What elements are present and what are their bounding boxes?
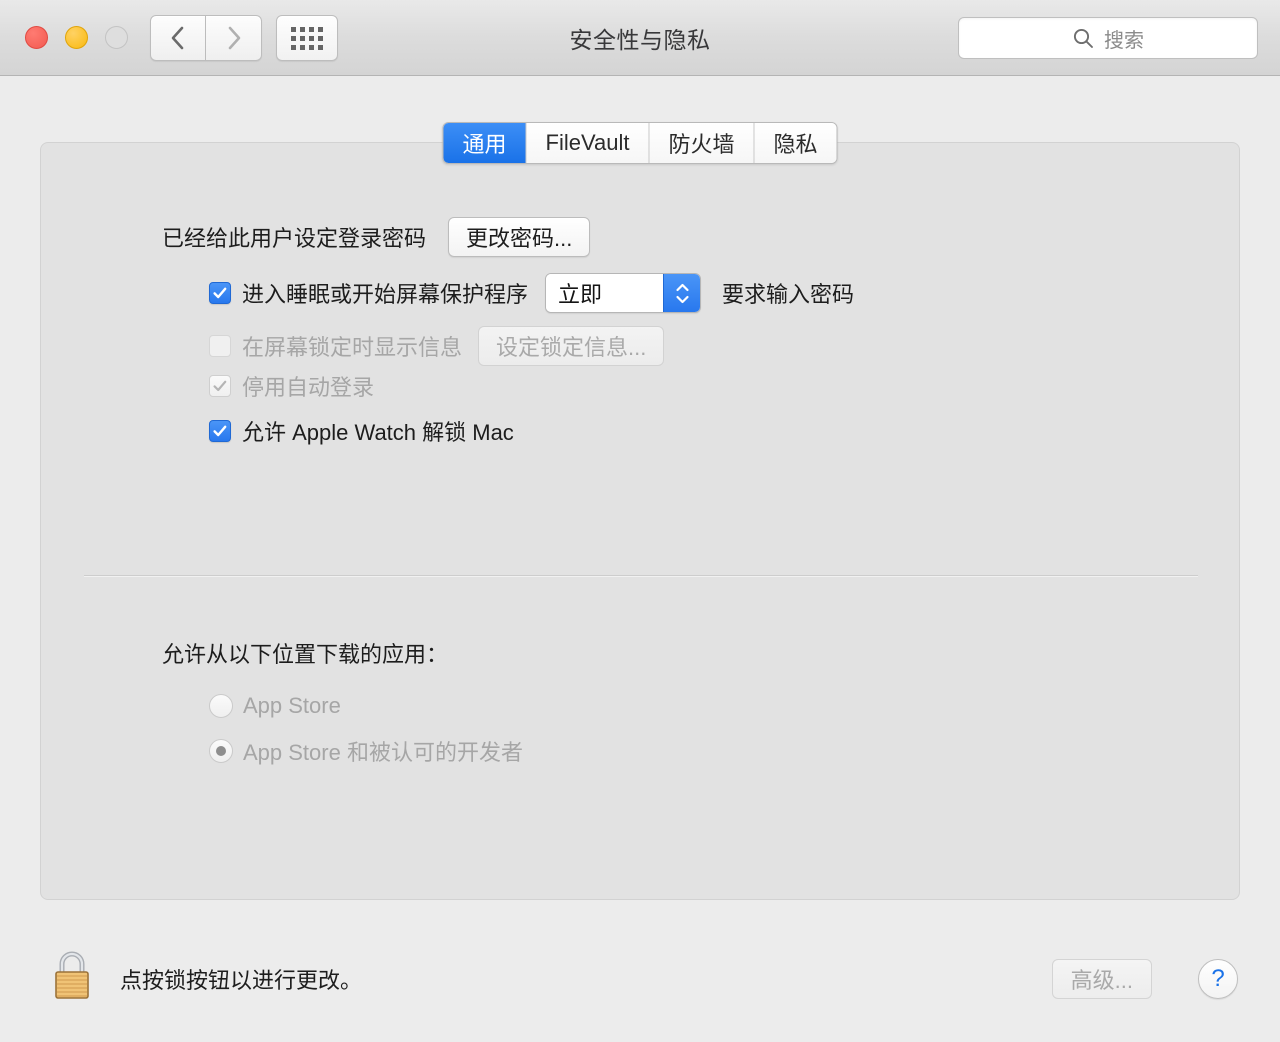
preferences-window: 安全性与隐私 搜索 通用 FileVault 防火墙 隐私 已经给此用户设定登录… <box>0 0 1280 1042</box>
radio-app-store[interactable] <box>209 694 233 718</box>
require-password-checkbox[interactable] <box>209 282 231 304</box>
password-delay-value: 立即 <box>546 274 664 312</box>
lock-message-row: 在屏幕锁定时显示信息 设定锁定信息... <box>209 326 665 366</box>
grid-icon <box>291 26 323 50</box>
lock-closed-icon <box>55 951 89 999</box>
radio-app-store-identified-label: App Store 和被认可的开发者 <box>243 740 523 765</box>
back-button[interactable] <box>150 15 206 61</box>
checkmark-icon <box>213 380 227 392</box>
zoom-button <box>105 26 128 49</box>
chevron-right-icon <box>228 26 240 50</box>
chevron-down-icon <box>675 295 689 303</box>
radio-app-store-label: App Store <box>243 693 341 718</box>
search-field[interactable]: 搜索 <box>958 17 1258 59</box>
change-password-button[interactable]: 更改密码... <box>448 217 591 257</box>
tab-privacy[interactable]: 隐私 <box>754 123 837 163</box>
download-source-appstore-identified-row[interactable]: App Store 和被认可的开发者 <box>209 735 523 767</box>
lock-hint-text: 点按锁按钮以进行更改。 <box>120 968 363 993</box>
minimize-button[interactable] <box>65 26 88 49</box>
apple-watch-unlock-row: 允许 Apple Watch 解锁 Mac <box>209 415 514 447</box>
apple-watch-unlock-checkbox[interactable] <box>209 420 231 442</box>
search-icon <box>1073 28 1093 48</box>
close-button[interactable] <box>25 26 48 49</box>
require-password-label: 进入睡眠或开始屏幕保护程序 <box>242 282 529 307</box>
general-settings-panel: 已经给此用户设定登录密码 更改密码... 进入睡眠或开始屏幕保护程序 立即 要求… <box>40 142 1240 900</box>
download-sources-heading: 允许从以下位置下载的应用： <box>162 642 449 667</box>
traffic-light-group <box>25 26 128 49</box>
window-titlebar: 安全性与隐私 搜索 <box>0 0 1280 76</box>
chevron-left-icon <box>171 26 184 50</box>
checkmark-icon <box>213 425 227 437</box>
tab-general[interactable]: 通用 <box>443 123 527 163</box>
search-placeholder: 搜索 <box>1104 29 1144 52</box>
lock-message-label: 在屏幕锁定时显示信息 <box>242 335 463 360</box>
section-divider <box>84 575 1198 577</box>
radio-app-store-identified[interactable] <box>209 739 233 763</box>
password-delay-stepper[interactable] <box>663 274 701 312</box>
password-status-label: 已经给此用户设定登录密码 <box>162 226 427 251</box>
navigation-buttons <box>150 15 262 61</box>
password-delay-select[interactable]: 立即 <box>545 273 702 313</box>
lock-button[interactable] <box>48 946 96 1004</box>
disable-auto-login-checkbox[interactable] <box>209 375 231 397</box>
tab-filevault[interactable]: FileVault <box>526 123 650 163</box>
advanced-button[interactable]: 高级... <box>1051 959 1152 999</box>
download-sources-heading-row: 允许从以下位置下载的应用： <box>162 637 448 669</box>
lock-message-checkbox[interactable] <box>209 335 231 357</box>
set-lock-message-button[interactable]: 设定锁定信息... <box>478 326 665 366</box>
apple-watch-unlock-label: 允许 Apple Watch 解锁 Mac <box>242 420 514 445</box>
tab-bar: 通用 FileVault 防火墙 隐私 <box>442 122 838 164</box>
tab-firewall[interactable]: 防火墙 <box>649 123 755 163</box>
help-button[interactable]: ? <box>1198 959 1238 999</box>
disable-auto-login-label: 停用自动登录 <box>242 375 375 400</box>
checkmark-icon <box>213 287 227 299</box>
forward-button[interactable] <box>206 15 262 61</box>
password-status-row: 已经给此用户设定登录密码 更改密码... <box>162 217 591 257</box>
require-password-trailing-label: 要求输入密码 <box>722 282 855 307</box>
radio-selected-dot <box>216 746 226 756</box>
require-password-row: 进入睡眠或开始屏幕保护程序 立即 要求输入密码 <box>209 273 854 313</box>
chevron-up-icon <box>675 283 689 291</box>
disable-auto-login-row: 停用自动登录 <box>209 370 374 402</box>
download-source-appstore-row[interactable]: App Store <box>209 693 341 719</box>
show-all-button[interactable] <box>276 15 338 61</box>
